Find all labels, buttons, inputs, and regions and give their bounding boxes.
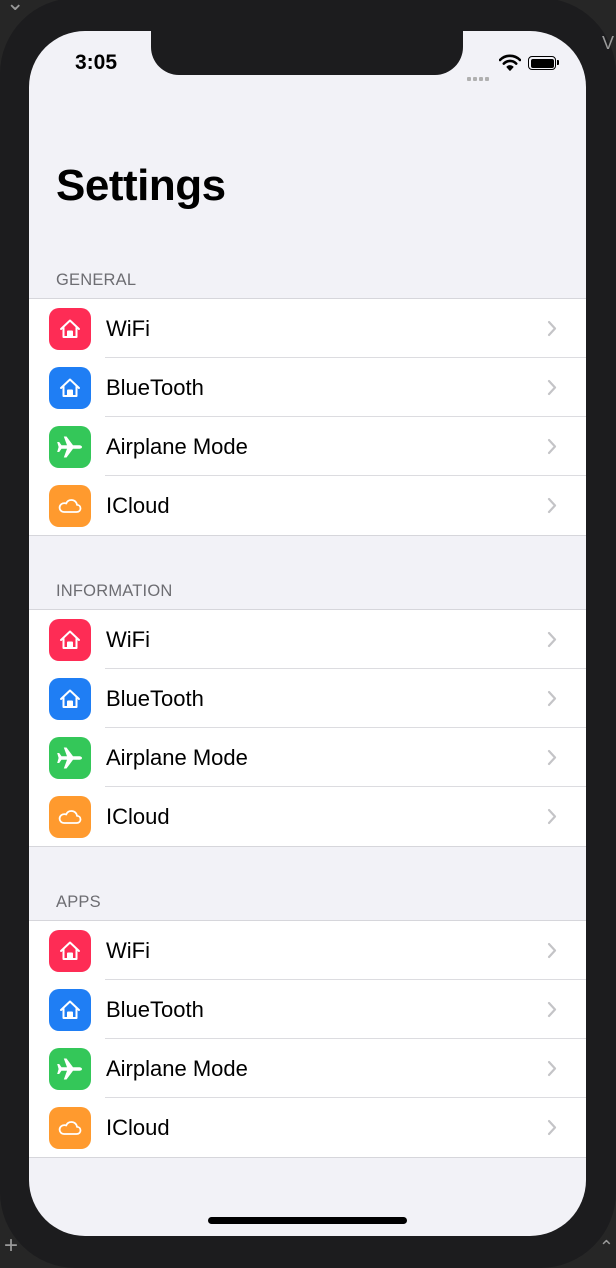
row-wifi[interactable]: WiFi bbox=[29, 610, 586, 669]
row-label: WiFi bbox=[106, 316, 150, 341]
section-header: INFORMATION bbox=[56, 582, 173, 600]
chevron-right-icon bbox=[547, 808, 557, 825]
row-label: WiFi bbox=[106, 627, 150, 652]
chevron-right-icon bbox=[547, 631, 557, 648]
cloud-icon bbox=[49, 485, 91, 527]
row-bluetooth[interactable]: BlueTooth bbox=[29, 979, 586, 1039]
chevron-right-icon bbox=[547, 379, 557, 396]
row-label: BlueTooth bbox=[106, 686, 204, 711]
chevron-right-icon bbox=[547, 438, 557, 455]
chevron-right-icon bbox=[547, 1001, 557, 1018]
chevron-down-icon: ⌄ bbox=[6, 0, 25, 15]
phone-screen: 3:05 Settings GENERAL WiFi BlueTooth Air… bbox=[29, 31, 586, 1236]
cloud-icon bbox=[49, 1107, 91, 1149]
row-label: Airplane Mode bbox=[106, 434, 248, 459]
home-icon bbox=[49, 930, 91, 972]
row-wifi[interactable]: WiFi bbox=[29, 299, 586, 358]
row-airplane-mode[interactable]: Airplane Mode bbox=[29, 1038, 586, 1098]
section-apps: APPS WiFi BlueTooth Airplane Mode ICloud bbox=[29, 884, 586, 1158]
chevron-right-icon bbox=[547, 1119, 557, 1136]
chevron-right-icon bbox=[547, 497, 557, 514]
battery-icon bbox=[528, 56, 559, 70]
settings-group: WiFi BlueTooth Airplane Mode ICloud bbox=[29, 920, 586, 1158]
row-icloud[interactable]: ICloud bbox=[29, 786, 586, 846]
chevron-up-icon: ⌃ bbox=[598, 1237, 614, 1257]
section-header: APPS bbox=[56, 893, 101, 911]
row-airplane-mode[interactable]: Airplane Mode bbox=[29, 416, 586, 476]
chevron-right-icon bbox=[547, 942, 557, 959]
row-wifi[interactable]: WiFi bbox=[29, 921, 586, 980]
row-bluetooth[interactable]: BlueTooth bbox=[29, 668, 586, 728]
chevron-right-icon bbox=[547, 749, 557, 766]
home-icon bbox=[49, 989, 91, 1031]
signal-icon bbox=[467, 68, 491, 86]
page-title: Settings bbox=[56, 161, 226, 210]
section-general: GENERAL WiFi BlueTooth Airplane Mode ICl… bbox=[29, 262, 586, 536]
airplane-icon bbox=[49, 737, 91, 779]
chevron-right-icon bbox=[547, 320, 557, 337]
row-label: BlueTooth bbox=[106, 997, 204, 1022]
row-label: Airplane Mode bbox=[106, 745, 248, 770]
notch bbox=[151, 31, 463, 75]
row-label: ICloud bbox=[106, 493, 170, 518]
row-label: BlueTooth bbox=[106, 375, 204, 400]
wifi-icon bbox=[499, 54, 521, 71]
status-time: 3:05 bbox=[75, 51, 118, 74]
chevron-right-icon bbox=[547, 1060, 557, 1077]
section-information: INFORMATION WiFi BlueTooth Airplane Mode… bbox=[29, 573, 586, 847]
v-icon: V bbox=[601, 33, 614, 53]
airplane-icon bbox=[49, 1048, 91, 1090]
row-icloud[interactable]: ICloud bbox=[29, 1097, 586, 1157]
home-indicator[interactable] bbox=[208, 1217, 407, 1224]
row-label: ICloud bbox=[106, 1115, 170, 1140]
cloud-icon bbox=[49, 796, 91, 838]
row-icloud[interactable]: ICloud bbox=[29, 475, 586, 535]
plus-icon: + bbox=[4, 1232, 19, 1259]
home-icon bbox=[49, 367, 91, 409]
home-icon bbox=[49, 308, 91, 350]
chevron-right-icon bbox=[547, 690, 557, 707]
row-airplane-mode[interactable]: Airplane Mode bbox=[29, 727, 586, 787]
home-icon bbox=[49, 619, 91, 661]
row-label: WiFi bbox=[106, 938, 150, 963]
airplane-icon bbox=[49, 426, 91, 468]
row-bluetooth[interactable]: BlueTooth bbox=[29, 357, 586, 417]
settings-group: WiFi BlueTooth Airplane Mode ICloud bbox=[29, 298, 586, 536]
row-label: ICloud bbox=[106, 804, 170, 829]
row-label: Airplane Mode bbox=[106, 1056, 248, 1081]
home-icon bbox=[49, 678, 91, 720]
section-header: GENERAL bbox=[56, 271, 137, 289]
settings-group: WiFi BlueTooth Airplane Mode ICloud bbox=[29, 609, 586, 847]
